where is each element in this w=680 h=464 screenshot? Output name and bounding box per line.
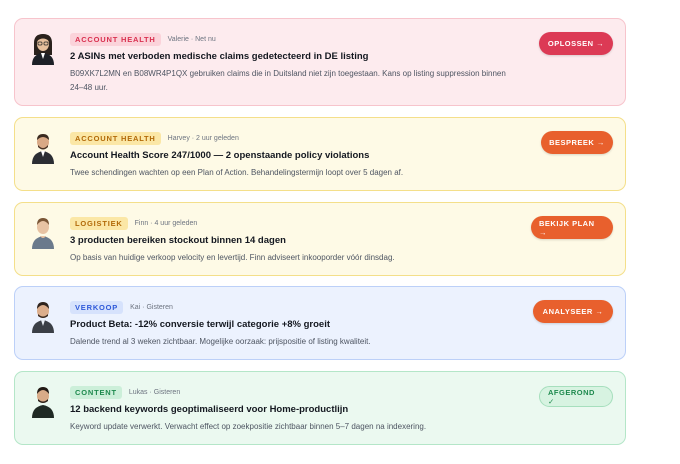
category-badge: LOGISTIEK [70, 216, 128, 230]
notification-meta: Finn · 4 uur geleden [134, 219, 198, 227]
notification-list: ACCOUNT HEALTH Valerie · Net nu 2 ASINs … [0, 0, 680, 464]
notification-meta: Kai · Gisteren [130, 303, 173, 311]
analyze-button[interactable]: ANALYSEER → [533, 300, 613, 323]
notification-description: Keyword update verwerkt. Verwacht effect… [70, 422, 427, 431]
notification-title: 2 ASINs met verboden medische claims ged… [70, 51, 369, 62]
avatar [32, 387, 54, 418]
notification-description: Twee schendingen wachten op een Plan of … [70, 168, 404, 177]
notification-title: 3 producten bereiken stockout binnen 14 … [70, 235, 286, 246]
view-plan-button[interactable]: BEKIJK PLAN → [531, 216, 613, 239]
notification-description: B09XK7L2MN en B08WR4P1QX gebruiken claim… [70, 69, 506, 92]
avatar [32, 218, 54, 249]
notification-card: VERKOOP Kai · Gisteren Product Beta: -12… [14, 286, 626, 360]
notification-meta: Harvey · 2 uur geleden [167, 134, 239, 142]
notification-title: 12 backend keywords geoptimaliseerd voor… [70, 404, 349, 415]
discuss-button[interactable]: BESPREEK → [541, 131, 613, 154]
notification-card: CONTENT Lukas · Gisteren 12 backend keyw… [14, 371, 626, 445]
notification-card: LOGISTIEK Finn · 4 uur geleden 3 product… [14, 202, 626, 276]
notification-title: Account Health Score 247/1000 — 2 openst… [70, 150, 370, 161]
avatar [32, 134, 54, 164]
notification-meta: Lukas · Gisteren [128, 388, 181, 396]
notification-card: ACCOUNT HEALTH Harvey · 2 uur geleden Ac… [14, 117, 626, 191]
notification-meta: Valerie · Net nu [167, 35, 216, 43]
category-badge: CONTENT [70, 385, 122, 399]
notification-description: Dalende trend al 3 weken zichtbaar. Moge… [70, 337, 371, 346]
notification-description: Op basis van huidige verkoop velocity en… [70, 253, 395, 262]
completed-button[interactable]: AFGEROND ✓ [539, 386, 613, 407]
category-badge: VERKOOP [70, 300, 124, 314]
resolve-button[interactable]: OPLOSSEN → [539, 32, 613, 55]
notification-title: Product Beta: -12% conversie terwijl cat… [70, 319, 331, 330]
avatar [32, 302, 54, 333]
category-badge: ACCOUNT HEALTH [70, 32, 161, 46]
category-badge: ACCOUNT HEALTH [70, 131, 161, 145]
notification-card: ACCOUNT HEALTH Valerie · Net nu 2 ASINs … [14, 18, 626, 106]
avatar [32, 34, 54, 65]
